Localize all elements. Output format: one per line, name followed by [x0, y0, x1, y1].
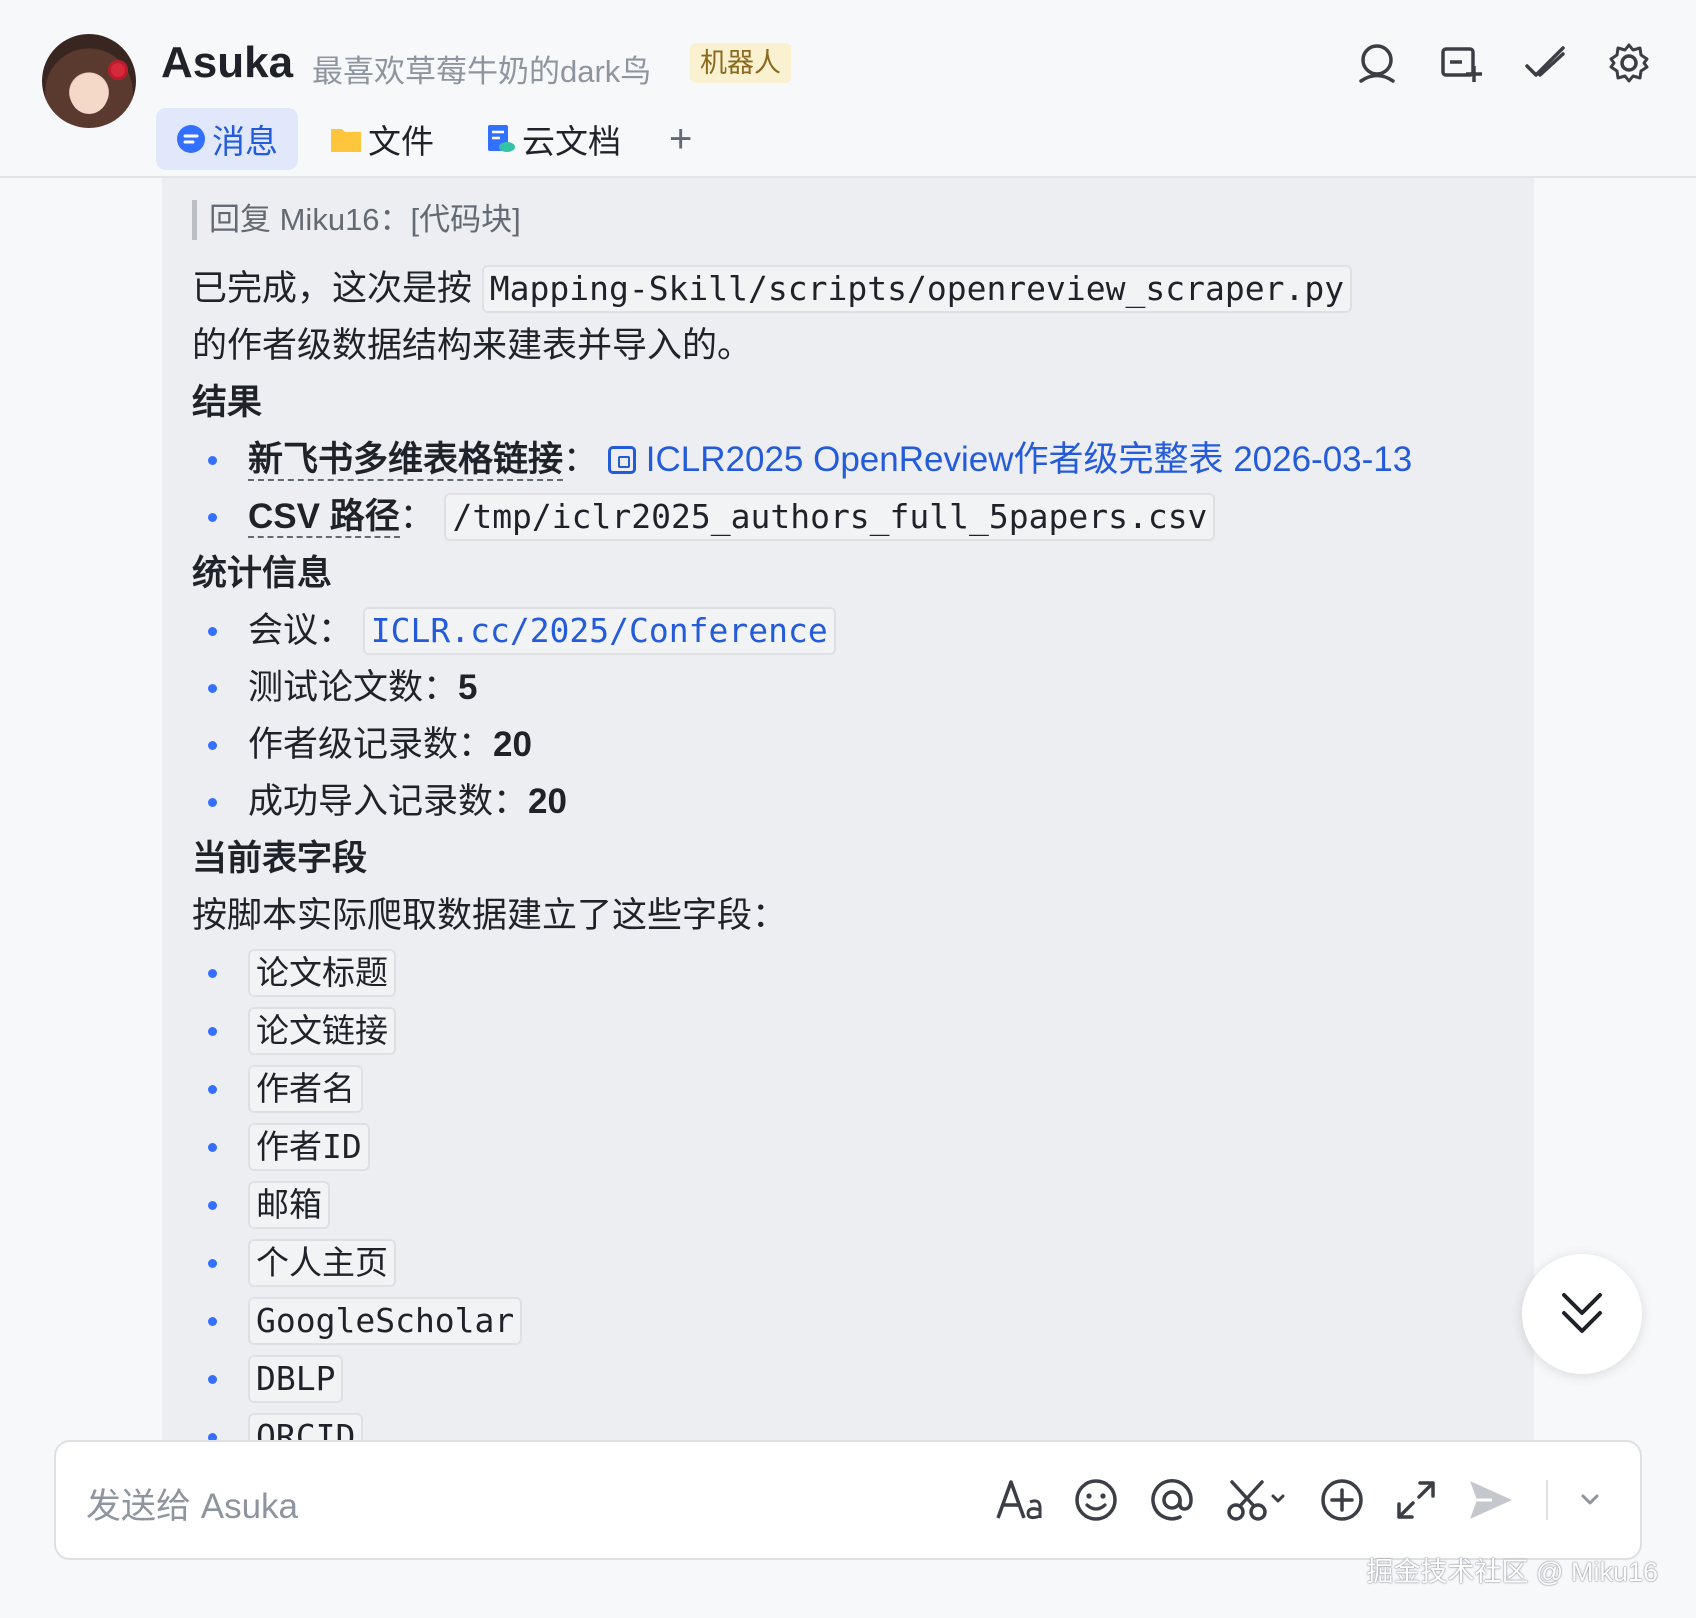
chat-subtitle: 最喜欢草莓牛奶的dark鸟 [312, 54, 652, 89]
field-code: 论文链接 [248, 1007, 396, 1055]
message-input-box[interactable]: 发送给 Asuka [54, 1440, 1642, 1560]
section-heading-fields: 当前表字段 [192, 839, 368, 878]
conference-link[interactable]: ICLR.cc/2025/Conference [362, 607, 836, 655]
header-toolbar [1354, 40, 1652, 86]
tab-cloud-docs[interactable]: 云文档 [466, 108, 641, 170]
list-item: CSV 路径： /tmp/iclr2025_authors_full_5pape… [192, 488, 1522, 545]
reply-quote[interactable]: 回复 Miku16：[代码块] [192, 200, 1522, 240]
scissors-icon[interactable] [1226, 1472, 1288, 1528]
fields-list: 论文标题 论文链接 作者名 作者ID 邮箱 个人主页 GoogleScholar… [192, 944, 1522, 1440]
tab-files[interactable]: 文件 [310, 108, 454, 170]
scroll-to-bottom-button[interactable] [1522, 1254, 1642, 1374]
avatar[interactable] [42, 34, 136, 128]
chevron-down-icon[interactable] [1580, 1472, 1600, 1528]
emoji-icon[interactable] [1074, 1472, 1118, 1528]
list-item: 作者ID [192, 1118, 1522, 1176]
list-item: 论文链接 [192, 1002, 1522, 1060]
field-code: 作者名 [248, 1065, 363, 1113]
list-item: 邮箱 [192, 1176, 1522, 1234]
field-code: 个人主页 [248, 1239, 396, 1287]
imported-count: 20 [528, 782, 567, 821]
list-item: DBLP [192, 1350, 1522, 1408]
inline-code: Mapping-Skill/scripts/openreview_scraper… [481, 265, 1353, 313]
add-tab-button[interactable]: + [653, 117, 708, 162]
list-item: GoogleScholar [192, 1292, 1522, 1350]
message-input[interactable]: 发送给 Asuka [86, 1478, 298, 1529]
message-icon [177, 125, 205, 153]
list-item: 论文标题 [192, 944, 1522, 1002]
list-item: ORCID [192, 1408, 1522, 1440]
input-toolbar [996, 1472, 1600, 1528]
list-item: 新飞书多维表格链接： ICLR2025 OpenReview作者级完整表 202… [192, 431, 1522, 488]
tab-label: 云文档 [522, 123, 621, 160]
section-heading-stats: 统计信息 [192, 554, 333, 593]
tab-label: 文件 [368, 123, 434, 160]
tab-label: 消息 [212, 123, 278, 160]
folder-icon [331, 129, 361, 152]
search-icon[interactable] [1354, 40, 1400, 86]
message-content: 回复 Miku16：[代码块] 已完成，这次是按 Mapping-Skill/s… [192, 200, 1522, 1440]
authors-count: 20 [493, 725, 532, 764]
divider [1546, 1480, 1548, 1520]
csv-label: CSV 路径 [248, 497, 400, 538]
intro-paragraph: 已完成，这次是按 Mapping-Skill/scripts/openrevie… [192, 260, 1522, 374]
mention-icon[interactable] [1150, 1472, 1194, 1528]
field-code: ORCID [248, 1413, 364, 1440]
list-item: 作者级记录数：20 [192, 716, 1522, 773]
list-item: 成功导入记录数：20 [192, 773, 1522, 830]
stats-list: 会议： ICLR.cc/2025/Conference 测试论文数：5 作者级记… [192, 602, 1522, 830]
chat-header: Asuka 最喜欢草莓牛奶的dark鸟 机器人 消息 文件 云文档 + [0, 0, 1696, 178]
papers-count: 5 [458, 668, 478, 707]
csv-path-code: /tmp/iclr2025_authors_full_5papers.csv [444, 493, 1216, 541]
send-icon[interactable] [1468, 1472, 1514, 1528]
result-list: 新飞书多维表格链接： ICLR2025 OpenReview作者级完整表 202… [192, 431, 1522, 545]
list-item: 个人主页 [192, 1234, 1522, 1292]
fields-intro: 按脚本实际爬取数据建立了这些字段： [192, 896, 788, 935]
gear-icon[interactable] [1606, 40, 1652, 86]
field-code: 邮箱 [248, 1181, 330, 1229]
field-code: 论文标题 [248, 949, 396, 997]
add-chat-icon[interactable] [1438, 40, 1484, 86]
bot-badge: 机器人 [690, 43, 791, 83]
tab-messages[interactable]: 消息 [156, 108, 298, 170]
list-item: 会议： ICLR.cc/2025/Conference [192, 602, 1522, 659]
chat-tabs: 消息 文件 云文档 + [156, 108, 708, 170]
message-bubble: 回复 Miku16：[代码块] 已完成，这次是按 Mapping-Skill/s… [162, 178, 1534, 1440]
field-code: GoogleScholar [248, 1297, 523, 1345]
add-icon[interactable] [1320, 1472, 1364, 1528]
font-icon[interactable] [996, 1472, 1042, 1528]
checkmark-icon[interactable] [1522, 40, 1568, 86]
link-label: 新飞书多维表格链接 [248, 440, 564, 481]
list-item: 测试论文数：5 [192, 659, 1522, 716]
section-heading-result: 结果 [192, 383, 263, 422]
bitable-icon [607, 446, 636, 474]
expand-icon[interactable] [1396, 1472, 1436, 1528]
watermark: 掘金技术社区 @ Miku16 [1366, 1557, 1658, 1587]
chat-title[interactable]: Asuka [161, 38, 293, 88]
field-code: DBLP [248, 1355, 344, 1403]
list-item: 作者名 [192, 1060, 1522, 1118]
double-chevron-down-icon [1562, 1293, 1602, 1333]
cloud-doc-icon [488, 125, 515, 152]
field-code: 作者ID [248, 1123, 370, 1171]
bitable-link[interactable]: ICLR2025 OpenReview作者级完整表 2026-03-13 [607, 440, 1412, 479]
